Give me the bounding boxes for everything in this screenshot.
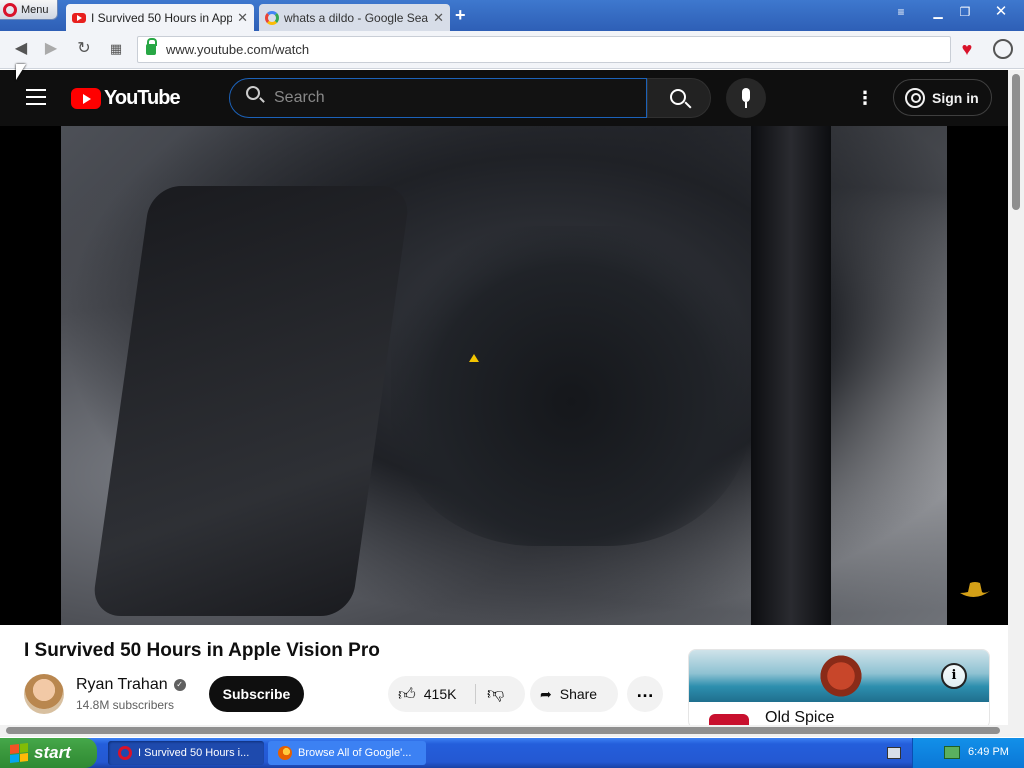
share-label: Share [559,686,598,702]
headset-warning-overlay [469,354,479,362]
mouse-cursor-icon [16,64,26,80]
search-icon [670,89,686,105]
channel-name-row[interactable]: Ryan Trahan ✓ [76,676,186,694]
subscribe-button[interactable]: Subscribe [209,676,304,712]
like-divider [475,684,476,704]
youtube-favicon-icon [72,12,86,23]
ad-ship-emblem [817,652,865,700]
ad-info-icon[interactable]: i [941,663,967,689]
tab-label: whats a dildo - Google Search [284,10,429,25]
video-frame[interactable] [61,126,947,625]
windows-flag-icon [10,743,28,763]
firefox-app-icon [278,746,292,760]
share-button[interactable]: ➦ Share [530,676,618,712]
guide-menu-icon[interactable] [26,89,46,105]
like-count: 415K [423,686,457,702]
start-label: start [34,743,71,762]
voice-search-button[interactable] [726,78,766,118]
opera-app-icon [118,746,132,760]
dislike-button[interactable]: 👎︎ [487,676,504,712]
keyboard-icon[interactable] [887,747,901,759]
start-button[interactable]: start [0,738,97,768]
tab-menu-icon[interactable]: ≡ [893,4,909,20]
account-icon[interactable] [993,39,1013,59]
thumbs-up-icon: 👍︎ [398,684,416,704]
channel-avatar[interactable] [24,674,64,714]
verified-badge-icon: ✓ [173,679,186,691]
car-door-image [90,186,412,616]
horizontal-scrollbar[interactable] [0,725,1008,737]
network-icon[interactable] [944,746,960,759]
subscriber-count: 14.8M subscribers [76,698,175,712]
ad-brand-name[interactable]: Old Spice [765,709,834,725]
channel-watermark-hat-icon[interactable] [958,580,992,600]
tab-close-icon[interactable]: ✕ [237,10,248,26]
tab-youtube[interactable]: I Survived 50 Hours in Apple ✕ [66,4,254,31]
tab-label: I Survived 50 Hours in Apple [91,10,233,25]
ad-banner-image[interactable]: i [689,650,989,702]
taskbar-item-opera[interactable]: I Survived 50 Hours i... [108,741,264,765]
warning-icon [469,354,479,362]
clock[interactable]: 6:49 PM [968,746,1009,758]
microphone-icon [742,88,750,102]
window-close-icon[interactable]: ✕ [990,4,1012,20]
thumbs-down-icon: 👎︎ [487,684,505,703]
like-dislike-bar: 👍︎ 415K 👎︎ [388,676,525,712]
url-text: www.youtube.com/watch [166,42,310,57]
new-tab-button[interactable]: + [455,5,466,26]
sign-in-label: Sign in [932,89,979,106]
youtube-logo-text: YouTube [104,87,181,109]
more-actions-button[interactable]: … [627,676,663,712]
system-tray: 6:49 PM [912,738,1024,768]
restore-icon[interactable]: ❐ [956,4,974,20]
secure-lock-icon [146,38,157,55]
car-seat-image [391,226,751,546]
ad-brand-logo [709,714,749,725]
youtube-play-logo-icon [71,88,101,109]
address-bar-row: ◀ ▶ ↻ ▦ www.youtube.com/watch ♥ [0,31,1024,69]
url-field[interactable]: www.youtube.com/watch [137,36,951,63]
back-icon[interactable]: ◀ [11,39,31,59]
settings-more-icon[interactable]: ⋮ [855,88,875,108]
taskbar-item-firefox[interactable]: Browse All of Google'... [268,741,426,765]
opera-menu-label: Menu [21,3,49,16]
share-arrow-icon: ➦ [540,685,552,702]
account-circle-icon [905,87,925,108]
video-title: I Survived 50 Hours in Apple Vision Pro [24,640,380,661]
search-box[interactable] [229,78,647,118]
bookmark-heart-icon[interactable]: ♥ [956,38,978,60]
search-icon [246,86,260,100]
browser-tab-strip: Menu I Survived 50 Hours in Apple ✕ what… [0,0,1024,31]
vertical-scrollbar[interactable] [1008,70,1024,737]
sign-in-button[interactable]: Sign in [893,79,992,116]
windows-taskbar: start I Survived 50 Hours i... Browse Al… [0,738,1024,768]
vertical-scroll-thumb[interactable] [1012,74,1020,210]
screen: Menu I Survived 50 Hours in Apple ✕ what… [0,0,1024,768]
horizontal-scroll-thumb[interactable] [6,727,1000,734]
car-pillar-image [751,126,831,625]
youtube-logo[interactable]: YouTube [71,87,181,110]
video-player[interactable] [0,126,1008,625]
channel-name[interactable]: Ryan Trahan [76,676,168,694]
tab-google-search[interactable]: whats a dildo - Google Search ✕ [259,4,450,31]
search-button[interactable] [647,78,711,118]
youtube-page: YouTube ⋮ Sign in [0,70,1008,725]
opera-menu-button[interactable]: Menu [0,0,58,20]
reload-icon[interactable]: ↻ [74,39,94,59]
speed-dial-grid-icon[interactable]: ▦ [106,39,126,59]
minimize-icon[interactable]: ▁ [929,4,947,20]
taskbar-item-label: Browse All of Google'... [298,747,412,759]
youtube-masthead: YouTube ⋮ Sign in [0,70,1008,126]
taskbar-item-label: I Survived 50 Hours i... [138,747,250,759]
tab-close-icon[interactable]: ✕ [433,10,444,26]
like-button[interactable]: 👍︎ 415K [398,676,456,712]
forward-icon[interactable]: ▶ [41,39,61,59]
google-favicon-icon [265,10,279,25]
search-input[interactable] [274,89,614,107]
opera-logo-icon [3,2,17,17]
sponsored-ad-card[interactable]: i Old Spice [688,649,990,725]
